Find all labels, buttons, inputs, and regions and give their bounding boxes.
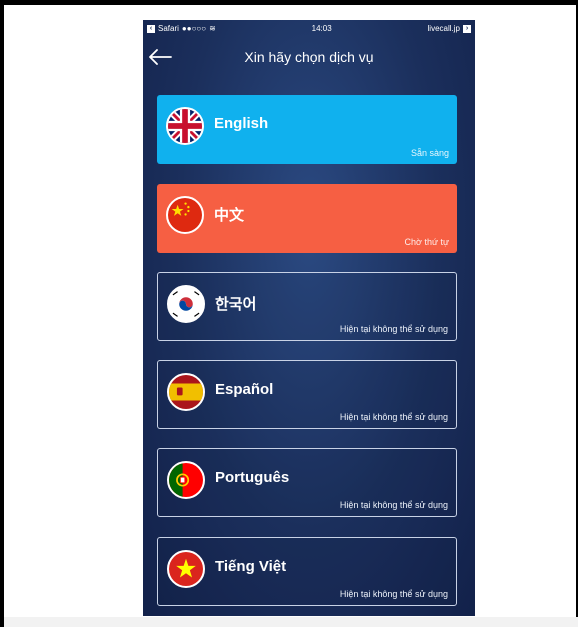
service-card-vietnamese[interactable]: Tiếng Việt Hiện tại không thể sử dụng [157,537,457,606]
portugal-flag-icon [167,461,205,499]
china-flag-icon [166,196,204,234]
service-name: Español [215,381,274,398]
url-label: livecall.jp [427,24,460,33]
service-name: English [214,115,269,132]
back-to-app-icon[interactable]: ‹ [147,24,155,33]
service-name: 한국어 [215,296,257,313]
uk-flag-icon [166,107,204,145]
service-status: Hiện tại không thể sử dụng [339,589,448,599]
page-title: Xin hãy chọn dịch vụ [244,49,374,65]
service-name: Tiếng Việt [215,558,287,575]
service-status: Sẵn sàng [410,148,449,158]
service-card-spanish[interactable]: Español Hiện tại không thể sử dụng [157,360,457,429]
service-status: Hiện tại không thể sử dụng [339,412,448,422]
wifi-icon: ≋ [209,24,216,33]
service-card-english[interactable]: English Sẵn sàng [157,95,457,164]
vietnam-flag-icon [167,550,205,588]
phone-screen: ‹ Safari ●●○○○ ≋ 14:03 livecall.jp › Xin… [143,20,475,616]
service-status: Chờ thứ tự [404,237,449,247]
carrier-label: Safari [158,24,179,33]
nav-bar: Xin hãy chọn dịch vụ [143,40,475,74]
service-status: Hiện tại không thể sử dụng [339,500,448,510]
service-card-portuguese[interactable]: Português Hiện tại không thể sử dụng [157,448,457,517]
service-name: 中文 [214,207,245,224]
service-status: Hiện tại không thể sử dụng [339,324,448,334]
korea-flag-icon [167,285,205,323]
forward-icon[interactable]: › [463,24,471,33]
service-card-chinese[interactable]: 中文 Chờ thứ tự [157,184,457,253]
bottom-strip [4,617,578,627]
clock: 14:03 [311,24,332,33]
service-name: Português [215,469,290,486]
signal-icon: ●●○○○ [181,24,207,33]
service-card-korean[interactable]: 한국어 Hiện tại không thể sử dụng [157,272,457,341]
status-bar: ‹ Safari ●●○○○ ≋ 14:03 livecall.jp › [143,20,475,37]
spain-flag-icon [167,373,205,411]
